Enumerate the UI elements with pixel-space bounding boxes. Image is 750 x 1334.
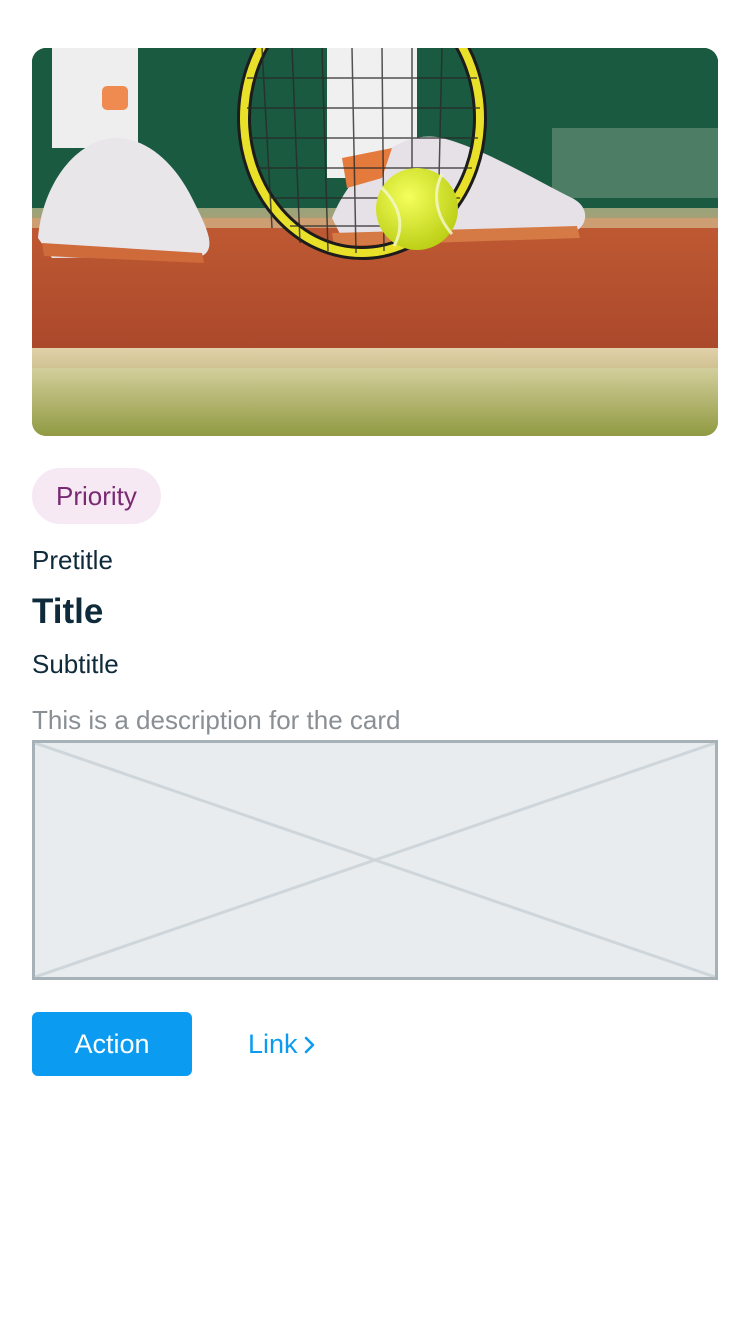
card-link-label: Link bbox=[248, 1029, 298, 1059]
chevron-right-icon bbox=[304, 1013, 316, 1077]
image-placeholder bbox=[32, 740, 718, 980]
card-link[interactable]: Link bbox=[248, 1012, 316, 1076]
action-button[interactable]: Action bbox=[32, 1012, 192, 1076]
card-title: Title bbox=[32, 592, 104, 631]
card-subtitle: Subtitle bbox=[32, 649, 119, 679]
card-description: This is a description for the card bbox=[32, 705, 401, 735]
card: Priority Pretitle Title Subtitle This is… bbox=[32, 48, 718, 1076]
priority-badge: Priority bbox=[32, 468, 161, 524]
hero-image bbox=[32, 48, 718, 436]
card-pretitle: Pretitle bbox=[32, 545, 113, 575]
placeholder-cross-icon bbox=[35, 743, 715, 977]
tennis-scene-illustration bbox=[32, 48, 718, 436]
